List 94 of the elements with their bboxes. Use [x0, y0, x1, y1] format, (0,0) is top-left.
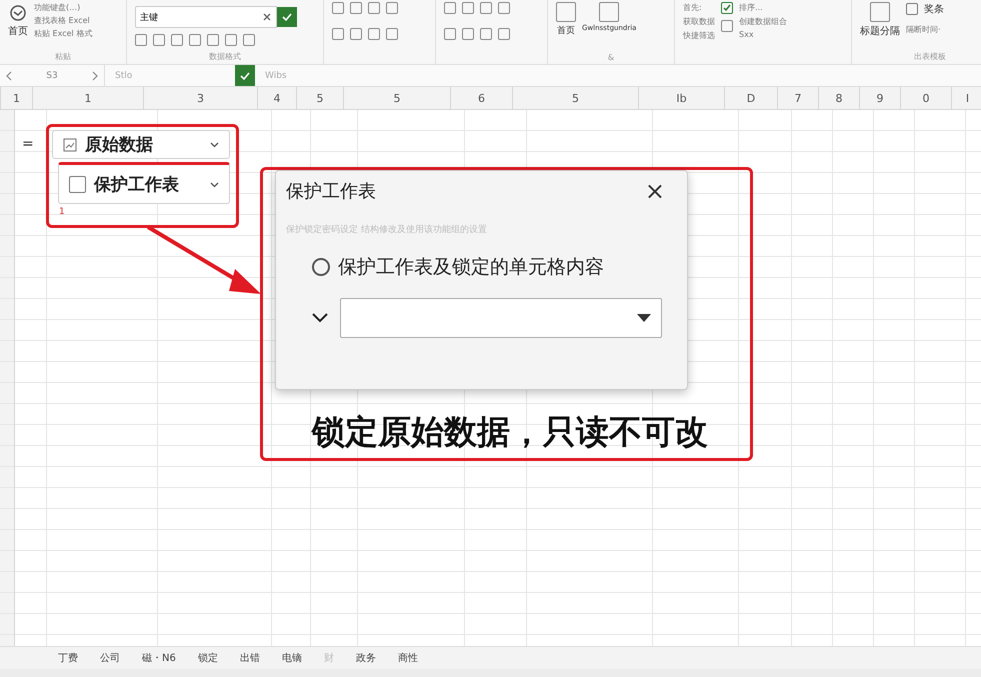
toolbar-icon[interactable]: [444, 2, 456, 14]
column-header[interactable]: 8: [819, 87, 860, 109]
toolbar-icon[interactable]: [498, 2, 510, 14]
checkbox[interactable]: [69, 176, 86, 192]
ribbon-command[interactable]: 粘贴 Excel 格式: [34, 28, 92, 39]
group-label: &: [606, 53, 616, 62]
dropdown[interactable]: 原始数据: [52, 130, 230, 159]
check-icon: [282, 12, 292, 22]
toolbar-icon[interactable]: [135, 34, 147, 46]
toolbar-icon[interactable]: [462, 28, 474, 40]
sheet-tab[interactable]: 商性: [398, 651, 418, 665]
toolbar-icon[interactable]: [498, 28, 510, 40]
dialog-title: 保护工作表: [286, 180, 376, 203]
dropdown[interactable]: 保护工作表: [58, 162, 230, 204]
sheet-tab[interactable]: 公司: [100, 651, 120, 665]
toolbar-icon[interactable]: [332, 28, 344, 40]
ribbon-command[interactable]: 功能键盘(…): [34, 2, 92, 13]
toolbar-icon[interactable]: [368, 28, 380, 40]
column-header[interactable]: D: [725, 87, 778, 109]
column-header[interactable]: 3: [144, 87, 258, 109]
column-header[interactable]: 4: [258, 87, 297, 109]
column-header[interactable]: 0: [901, 87, 952, 109]
column-header[interactable]: 6: [451, 87, 513, 109]
column-header[interactable]: I: [952, 87, 981, 109]
column-header[interactable]: Ib: [639, 87, 725, 109]
toolbar-icon[interactable]: [207, 34, 219, 46]
ribbon-command[interactable]: 获取数据: [683, 16, 715, 27]
sheet-tab[interactable]: 锁定: [198, 651, 218, 665]
checkbox[interactable]: [906, 3, 918, 15]
toolbar-icon[interactable]: [480, 28, 492, 40]
sort-dropdown[interactable]: 排序...: [739, 2, 787, 13]
confirm-button[interactable]: [235, 65, 255, 86]
toolbar-icon[interactable]: [480, 2, 492, 14]
dropdown-label: 保护工作表: [94, 174, 179, 196]
clear-icon[interactable]: [263, 13, 271, 21]
column-header[interactable]: 9: [860, 87, 901, 109]
ribbon-command[interactable]: 查找表格 Excel: [34, 15, 92, 26]
column-header[interactable]: 1: [33, 87, 144, 109]
marker-number: 1: [59, 207, 65, 217]
group-label: 出表模板: [913, 51, 947, 62]
ribbon-command[interactable]: 隔断时间·: [906, 24, 944, 35]
sheet-tab[interactable]: 电镝: [282, 651, 302, 665]
ribbon-command[interactable]: 快捷筛选: [683, 30, 715, 41]
confirm-button[interactable]: [277, 7, 297, 27]
formula-text: Stlo: [114, 70, 134, 80]
sheet-tab[interactable]: 政务: [356, 651, 376, 665]
caption: 锁定原始数据，只读不可改: [312, 411, 708, 453]
toolbar-icon[interactable]: [171, 34, 183, 46]
close-button[interactable]: ×: [632, 179, 677, 203]
column-header[interactable]: 5: [297, 87, 344, 109]
toolbar-icon[interactable]: [368, 2, 380, 14]
ribbon-command[interactable]: Sxx: [739, 30, 787, 39]
sheet-tab[interactable]: 磁・N6: [142, 651, 176, 665]
column-header[interactable]: 5: [513, 87, 639, 109]
chevron-icon: [312, 313, 328, 323]
ribbon-command[interactable]: 创建数据组合: [739, 16, 787, 27]
column-header[interactable]: 5: [344, 87, 451, 109]
toolbar-icon[interactable]: [332, 2, 344, 14]
home-button[interactable]: 首页: [8, 4, 28, 38]
toolbar-icon[interactable]: [386, 28, 398, 40]
group-label: 粘贴: [54, 51, 72, 62]
ribbon-command[interactable]: 首先:: [683, 2, 715, 13]
cell-text: =: [22, 136, 34, 152]
column-header[interactable]: 7: [778, 87, 819, 109]
option-label: 保护工作表及锁定的单元格内容: [338, 255, 604, 280]
sheet-tab[interactable]: 丁费: [58, 651, 78, 665]
formula-value: Wibs: [264, 70, 288, 80]
toolbar-icon[interactable]: [386, 2, 398, 14]
checkbox[interactable]: [721, 2, 733, 14]
toolbar-icon[interactable]: [350, 28, 362, 40]
dropdown-label: 原始数据: [85, 134, 153, 156]
search-field[interactable]: 主键: [135, 6, 277, 28]
group-label: 数据格式: [208, 51, 242, 62]
dialog-description: 保护锁定密码设定 结构修改及使用该功能组的设置: [286, 224, 488, 236]
name-box[interactable]: S3: [0, 65, 105, 86]
toolbar-icon[interactable]: [153, 34, 165, 46]
caret-icon: [637, 314, 651, 322]
chart-icon: [63, 138, 77, 152]
column-header[interactable]: 1: [1, 87, 33, 109]
check-icon: [240, 70, 250, 80]
toolbar-icon[interactable]: [243, 34, 255, 46]
chevron-icon: [210, 142, 219, 148]
toolbar-icon[interactable]: [189, 34, 201, 46]
toolbar-icon[interactable]: [462, 2, 474, 14]
ribbon-button[interactable]: 标题分隔: [860, 2, 900, 38]
toolbar-icon[interactable]: [444, 28, 456, 40]
clock-icon: [9, 4, 27, 22]
toolbar-icon[interactable]: [350, 2, 362, 14]
toolbar-icon[interactable]: [225, 34, 237, 46]
checkbox-label: 奖条: [924, 3, 944, 16]
chevron-icon: [210, 182, 219, 188]
sheet-tab[interactable]: 出错: [240, 651, 260, 665]
select-field[interactable]: [340, 298, 662, 338]
radio-button[interactable]: [312, 258, 330, 276]
